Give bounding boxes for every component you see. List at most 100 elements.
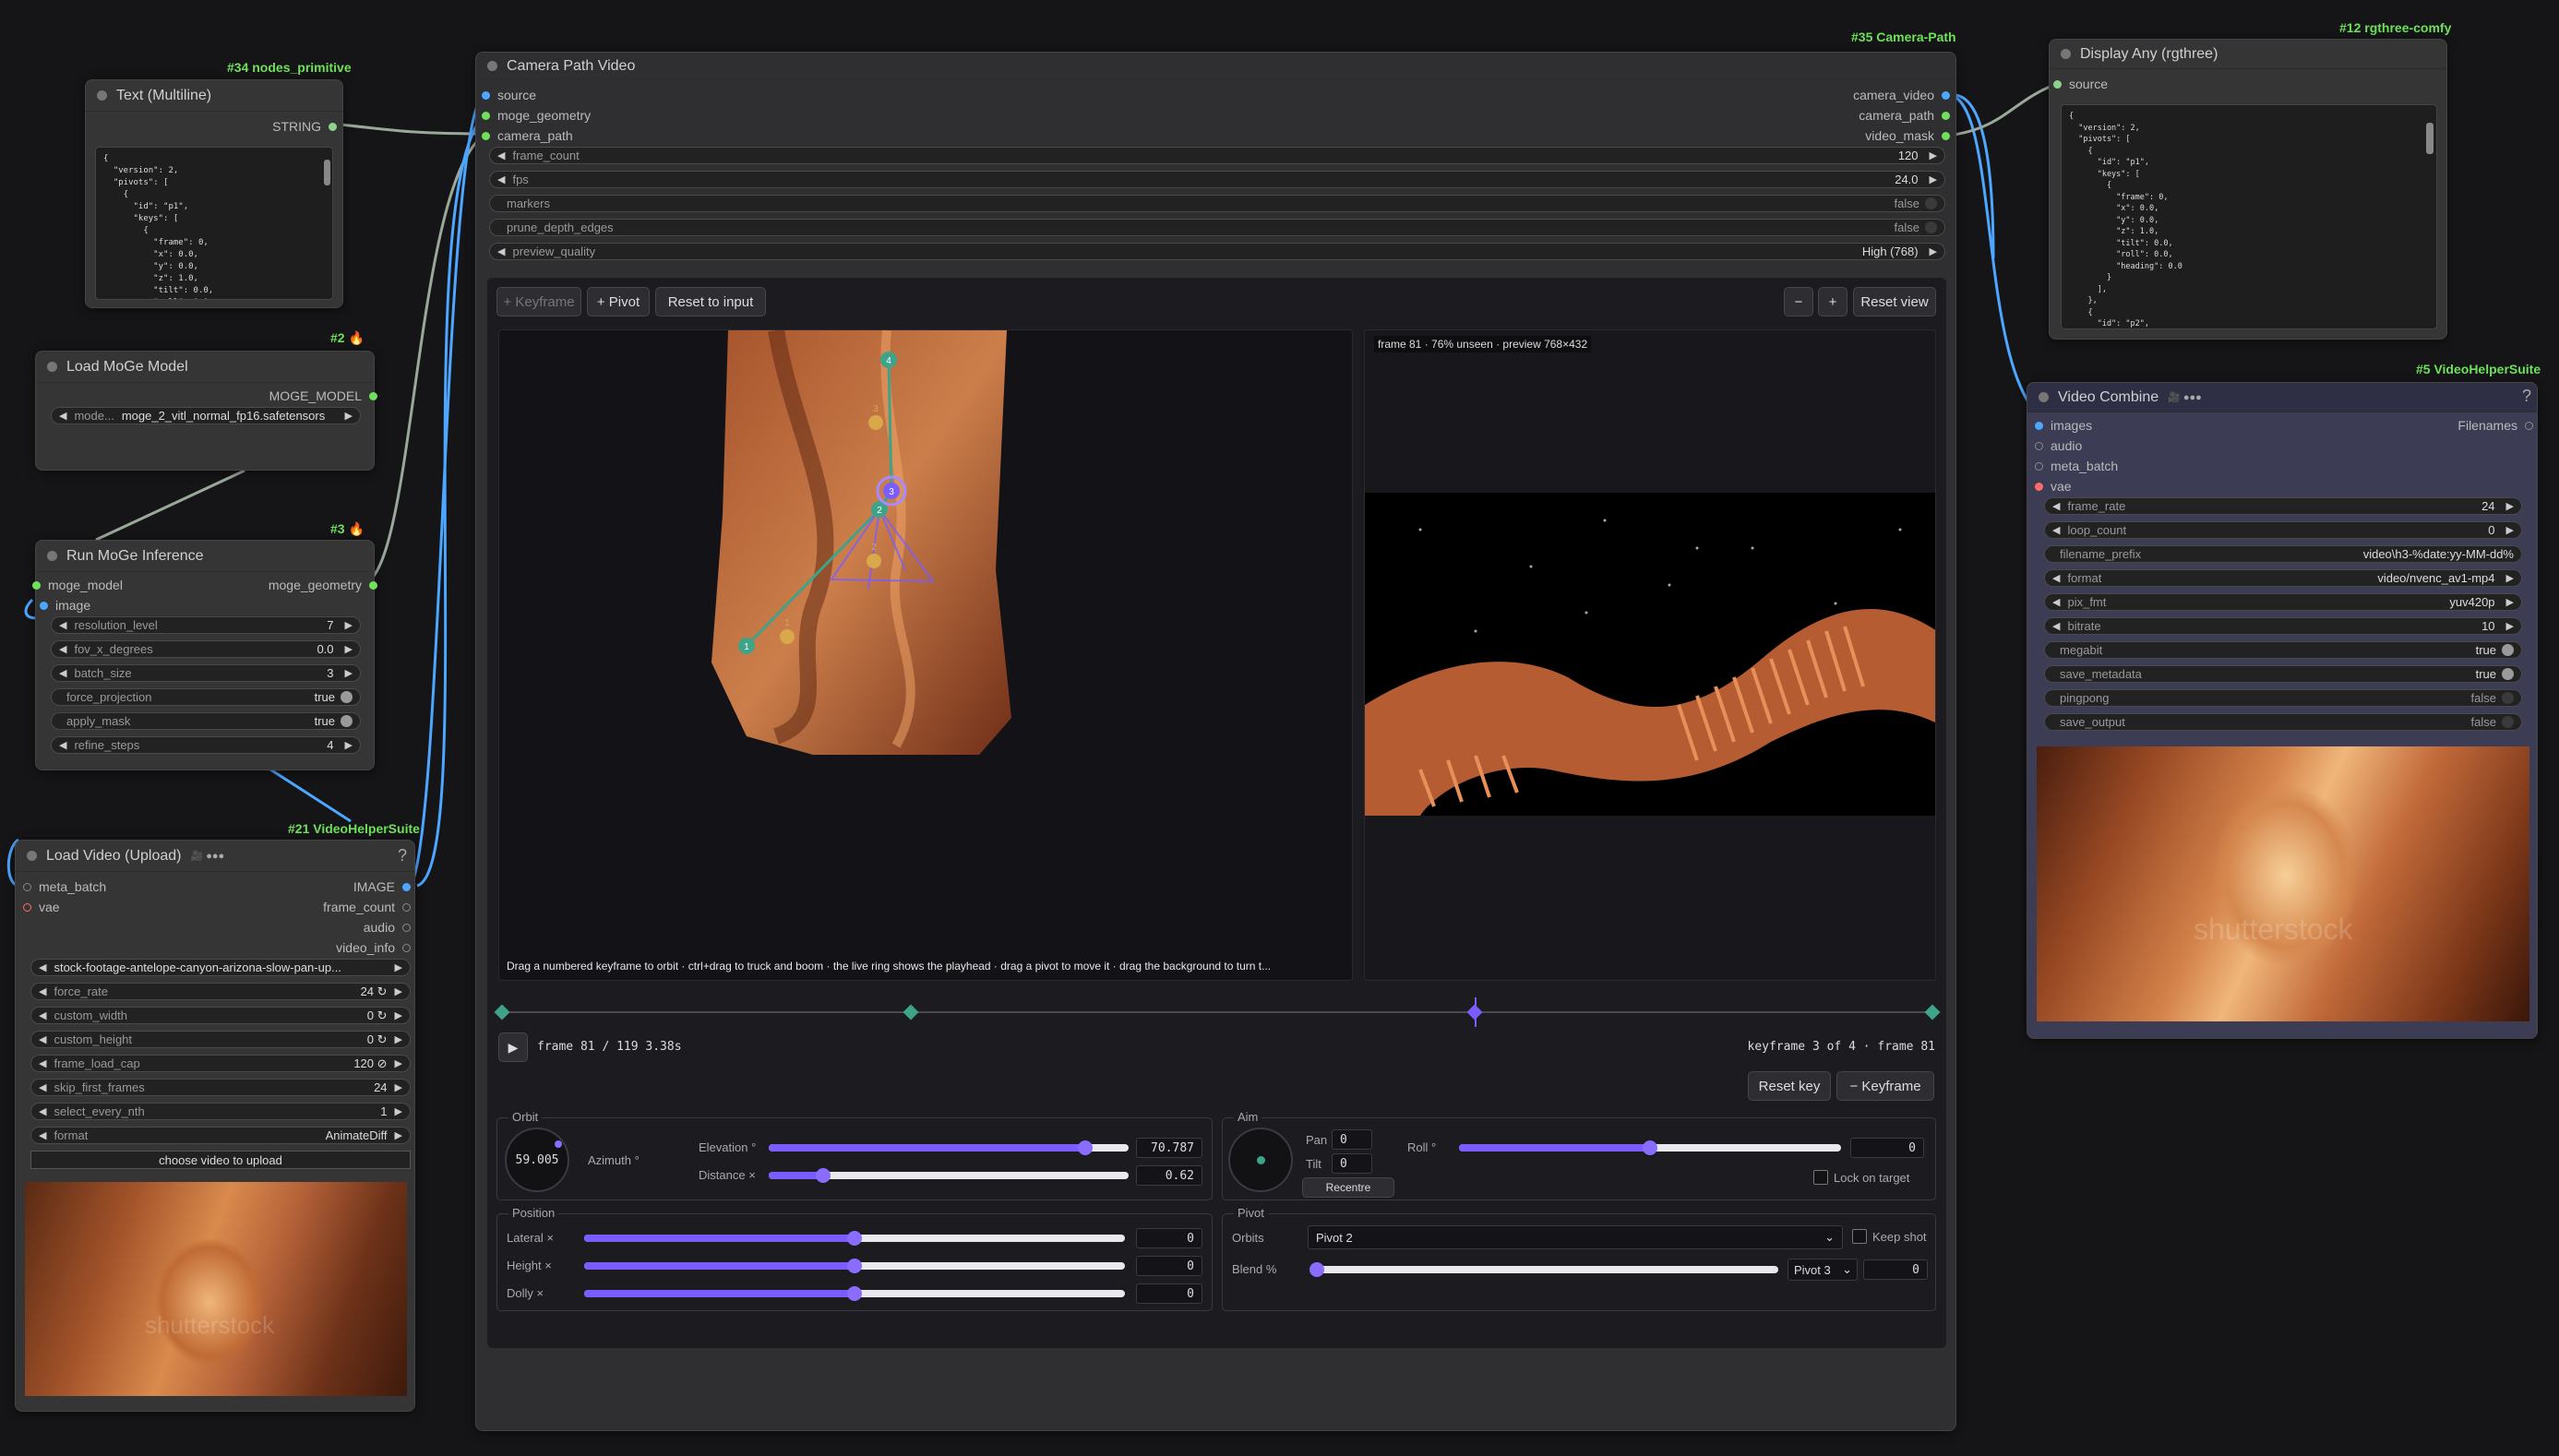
- slot-dot[interactable]: [1942, 111, 1950, 120]
- blend-target-select[interactable]: Pivot 3 ⌄: [1788, 1259, 1858, 1281]
- keyframe-4[interactable]: 4: [880, 352, 897, 368]
- aim-handle[interactable]: [1257, 1156, 1265, 1164]
- collapse-dot[interactable]: [2061, 49, 2071, 59]
- input-camera-path[interactable]: camera_path: [482, 128, 573, 143]
- reset-key-button[interactable]: Reset key: [1748, 1071, 1831, 1101]
- slider-knob[interactable]: [1078, 1140, 1094, 1155]
- arrow-left-icon[interactable]: ◀: [497, 149, 505, 161]
- arrow-left-icon[interactable]: ◀: [2052, 596, 2060, 608]
- arrow-right-icon[interactable]: ▶: [2506, 524, 2514, 536]
- roll-value[interactable]: 0: [1850, 1138, 1924, 1158]
- load-video-node[interactable]: Load Video (Upload) 🎥 ●●● ? meta_batch va…: [15, 840, 415, 1412]
- arrow-right-icon[interactable]: ▶: [345, 410, 353, 422]
- slot-dot[interactable]: [2035, 441, 2043, 450]
- help-icon[interactable]: ?: [2522, 387, 2531, 406]
- scene-viewport[interactable]: 1 2 3 4 1 2 3 Drag a numbered keyframe t…: [498, 329, 1353, 981]
- arrow-right-icon[interactable]: ▶: [395, 1057, 402, 1069]
- model-select[interactable]: ◀ mode... moge_2_vitl_normal_fp16.safetens…: [51, 407, 361, 424]
- arrow-right-icon[interactable]: ▶: [345, 667, 353, 679]
- widget-format[interactable]: ◀ format video/nvenc_av1-mp4 ▶: [2044, 569, 2522, 587]
- node-header[interactable]: Load Video (Upload) 🎥 ●●●: [16, 841, 414, 872]
- collapse-dot[interactable]: [97, 90, 107, 101]
- output-string[interactable]: STRING: [272, 119, 337, 134]
- arrow-left-icon[interactable]: ◀: [39, 1009, 46, 1021]
- arrow-right-icon[interactable]: ▶: [2506, 620, 2514, 632]
- text-content[interactable]: { "version": 2, "pivots": [ { "id": "p1"…: [95, 147, 333, 300]
- toggle-force-projection[interactable]: force_projection true: [51, 688, 361, 706]
- arrow-left-icon[interactable]: ◀: [39, 1057, 46, 1069]
- toggle-knob[interactable]: [2502, 716, 2514, 728]
- widget-select-every-nth[interactable]: ◀ select_every_nth 1 ▶: [30, 1103, 411, 1120]
- load-moge-node[interactable]: Load MoGe Model MOGE_MODEL ◀ mode... moge_…: [35, 351, 377, 471]
- arrow-right-icon[interactable]: ▶: [395, 1033, 402, 1045]
- toggle-knob[interactable]: [2502, 692, 2514, 704]
- arrow-right-icon[interactable]: ▶: [345, 643, 353, 655]
- toggle-knob[interactable]: [341, 715, 353, 727]
- slider-knob[interactable]: [815, 1168, 831, 1183]
- output-camera-path[interactable]: camera_path: [1859, 108, 1950, 123]
- slot-dot[interactable]: [402, 923, 411, 932]
- arrow-right-icon[interactable]: ▶: [395, 985, 402, 997]
- toggle-apply-mask[interactable]: apply_mask true: [51, 712, 361, 730]
- arrow-right-icon[interactable]: ▶: [345, 739, 353, 751]
- slider-knob[interactable]: [1643, 1140, 1657, 1155]
- point-cloud-scene[interactable]: 1 2 3 4 1 2 3: [499, 330, 1353, 981]
- widget-force-rate[interactable]: ◀ force_rate 24 ↻ ▶: [30, 983, 411, 1000]
- widget-loop-count[interactable]: ◀ loop_count 0 ▶: [2044, 521, 2522, 539]
- toggle-markers[interactable]: markers false: [489, 195, 1945, 212]
- node-header[interactable]: Text (Multiline): [86, 80, 342, 112]
- display-content[interactable]: { "version": 2, "pivots": [ { "id": "p1"…: [2061, 104, 2437, 329]
- display-any-node[interactable]: Display Any (rgthree) source { "version"…: [2049, 39, 2447, 340]
- output-video-mask[interactable]: video_mask: [1865, 128, 1950, 143]
- slot-dot[interactable]: [2053, 79, 2062, 89]
- widget-custom-width[interactable]: ◀ custom_width 0 ↻ ▶: [30, 1007, 411, 1024]
- dolly-slider[interactable]: [584, 1286, 1125, 1301]
- dial-handle[interactable]: [555, 1140, 562, 1148]
- keyframe-1[interactable]: 1: [738, 638, 755, 654]
- input-source[interactable]: source: [2053, 77, 2108, 91]
- toggle-knob[interactable]: [1925, 221, 1937, 233]
- collapse-dot[interactable]: [487, 61, 497, 71]
- widget-batch-size[interactable]: ◀ batch_size 3 ▶: [51, 664, 361, 682]
- input-moge-geometry[interactable]: moge_geometry: [482, 108, 591, 123]
- lateral-value[interactable]: 0: [1136, 1228, 1202, 1248]
- pan-value[interactable]: 0: [1332, 1129, 1372, 1150]
- input-source[interactable]: source: [482, 88, 536, 102]
- slot-dot[interactable]: [2035, 461, 2043, 471]
- arrow-left-icon[interactable]: ◀: [59, 667, 66, 679]
- slot-dot[interactable]: [1942, 131, 1950, 140]
- arrow-left-icon[interactable]: ◀: [39, 961, 46, 973]
- widget-preview-quality[interactable]: ◀ preview_quality High (768) ▶: [489, 243, 1945, 260]
- timeline-keyframe-1[interactable]: [494, 1004, 510, 1020]
- slot-dot[interactable]: [402, 902, 411, 912]
- height-value[interactable]: 0: [1136, 1256, 1202, 1276]
- help-icon[interactable]: ?: [398, 846, 407, 865]
- arrow-left-icon[interactable]: ◀: [2052, 524, 2060, 536]
- text-multiline-node[interactable]: Text (Multiline) STRING { "version": 2, …: [85, 79, 343, 308]
- output-moge-geometry[interactable]: moge_geometry: [269, 578, 377, 592]
- widget-filename-prefix[interactable]: filename_prefix video\h3-%date:yy-MM-dd%: [2044, 545, 2522, 563]
- widget-frame-count[interactable]: ◀ frame_count 120 ▶: [489, 147, 1945, 164]
- arrow-left-icon[interactable]: ◀: [39, 1033, 46, 1045]
- blend-slider[interactable]: [1309, 1262, 1778, 1277]
- azimuth-dial[interactable]: 59.005: [505, 1128, 569, 1192]
- output-frame-count[interactable]: frame_count: [323, 900, 411, 914]
- slider-knob[interactable]: [847, 1286, 862, 1301]
- widget-frame-rate[interactable]: ◀ frame_rate 24 ▶: [2044, 497, 2522, 515]
- slot-dot[interactable]: [2035, 421, 2043, 430]
- input-moge-model[interactable]: moge_model: [32, 578, 123, 592]
- roll-slider[interactable]: [1459, 1140, 1841, 1155]
- add-keyframe-button[interactable]: + Keyframe: [496, 287, 581, 316]
- widget-resolution-level[interactable]: ◀ resolution_level 7 ▶: [51, 616, 361, 634]
- arrow-right-icon[interactable]: ▶: [395, 1105, 402, 1117]
- toggle-prune-depth-edges[interactable]: prune_depth_edges false: [489, 219, 1945, 236]
- output-audio[interactable]: audio: [364, 920, 411, 935]
- height-slider[interactable]: [584, 1259, 1125, 1273]
- output-image[interactable]: IMAGE: [353, 879, 411, 894]
- arrow-left-icon[interactable]: ◀: [39, 1081, 46, 1093]
- arrow-right-icon[interactable]: ▶: [1930, 149, 1937, 161]
- arrow-left-icon[interactable]: ◀: [497, 245, 505, 257]
- output-moge-model[interactable]: MOGE_MODEL: [269, 388, 377, 403]
- node-header[interactable]: Run MoGe Inference: [36, 541, 374, 572]
- arrow-left-icon[interactable]: ◀: [2052, 620, 2060, 632]
